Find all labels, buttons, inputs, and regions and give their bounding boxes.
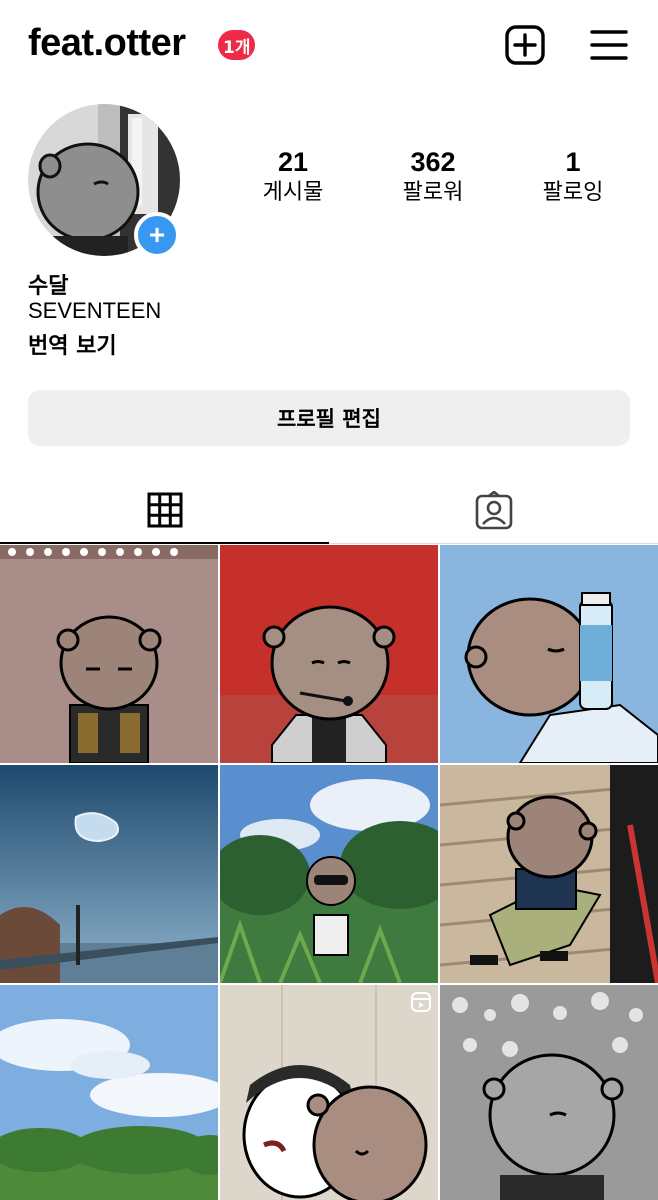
stat-following-count: 1 xyxy=(565,147,581,177)
tab-grid[interactable] xyxy=(0,478,329,544)
profile-header: feat.otter 1개 xyxy=(0,0,658,92)
post-thumbnail[interactable] xyxy=(440,545,658,763)
profile-tabs xyxy=(0,478,658,544)
stat-posts[interactable]: 21 게시물 xyxy=(238,146,348,208)
post-thumbnail[interactable] xyxy=(440,985,658,1200)
translate-link[interactable]: 번역 보기 xyxy=(28,328,117,360)
bio-text: SEVENTEEN xyxy=(28,298,162,323)
post-thumbnail[interactable] xyxy=(440,765,658,983)
stat-followers-label: 팔로워 xyxy=(402,180,464,205)
posts-grid xyxy=(0,545,658,1200)
new-post-icon xyxy=(505,25,545,65)
stat-followers-count: 362 xyxy=(410,147,456,177)
post-thumbnail-reel[interactable] xyxy=(220,985,438,1200)
add-story-button[interactable]: + xyxy=(134,212,180,258)
stat-followers[interactable]: 362 팔로워 xyxy=(378,146,488,208)
stat-following[interactable]: 1 팔로잉 xyxy=(518,146,628,208)
post-thumbnail[interactable] xyxy=(0,545,218,763)
tagged-icon xyxy=(475,490,512,529)
edit-profile-button[interactable]: 프로필 편집 xyxy=(28,390,630,446)
post-thumbnail[interactable] xyxy=(220,765,438,983)
new-post-button[interactable] xyxy=(504,24,546,66)
tab-tagged[interactable] xyxy=(329,478,658,544)
notification-badge[interactable]: 1개 xyxy=(218,30,256,60)
post-thumbnail[interactable] xyxy=(220,545,438,763)
post-thumbnail[interactable] xyxy=(0,985,218,1200)
username[interactable]: feat.otter xyxy=(28,22,186,65)
display-name: 수달 xyxy=(28,274,69,299)
reel-icon xyxy=(411,992,431,1012)
menu-button[interactable] xyxy=(588,24,630,66)
stat-following-label: 팔로잉 xyxy=(542,180,604,205)
post-thumbnail[interactable] xyxy=(0,765,218,983)
stat-posts-count: 21 xyxy=(277,147,309,177)
stat-posts-label: 게시물 xyxy=(262,180,324,205)
menu-icon xyxy=(590,30,628,60)
grid-icon xyxy=(147,492,182,528)
plus-icon: + xyxy=(148,219,166,250)
